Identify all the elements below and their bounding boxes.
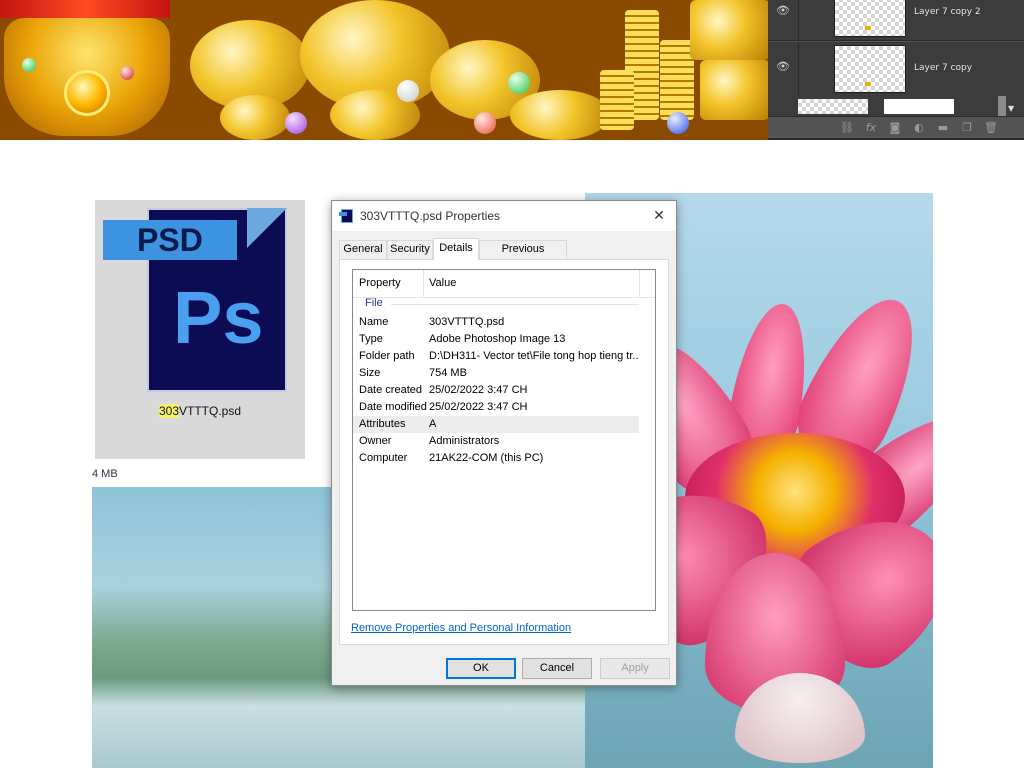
psd-file-icon: PSD Ps: [103, 208, 287, 398]
cancel-button[interactable]: Cancel: [522, 658, 592, 679]
property-row[interactable]: Owner Administrators: [353, 433, 639, 450]
file-name-label[interactable]: 303VTTTQ.psd: [95, 404, 305, 418]
red-ribbon-image: [0, 0, 170, 18]
property-row[interactable]: Name 303VTTTQ.psd: [353, 314, 639, 331]
layer-row[interactable]: 👁 Layer 7 copy: [768, 42, 1024, 97]
property-row[interactable]: Date modified 25/02/2022 3:47 CH: [353, 399, 639, 416]
property-value: Administrators: [429, 435, 500, 447]
property-value: 25/02/2022 3:47 CH: [429, 384, 528, 396]
remove-properties-link[interactable]: Remove Properties and Personal Informati…: [351, 622, 571, 634]
layer-row[interactable]: 👁 Layer 7 copy 2: [768, 0, 1024, 41]
property-key: Computer: [359, 452, 408, 464]
screenshot: 👁 Layer 7 copy 2 👁 Layer 7 copy ▼ ⛓ fx ◙…: [0, 0, 1024, 768]
details-panel: Property Value File Name 303VTTTQ.psd Ty…: [339, 259, 669, 645]
trash-icon[interactable]: 🗑: [984, 121, 998, 135]
link-icon[interactable]: ⛓: [840, 121, 854, 135]
property-value: 754 MB: [429, 367, 467, 379]
property-value: 21AK22-COM (this PC): [429, 452, 544, 464]
property-row[interactable]: Size 754 MB: [353, 365, 639, 382]
fx-icon[interactable]: fx: [864, 121, 878, 135]
folder-icon[interactable]: ▬: [936, 121, 950, 135]
psd-icon-letters: Ps: [173, 276, 264, 359]
psd-file-item[interactable]: PSD Ps 303VTTTQ.psd: [95, 200, 305, 459]
psd-icon-tag: PSD: [103, 220, 237, 260]
close-icon[interactable]: ✕: [648, 205, 670, 227]
property-row[interactable]: Type Adobe Photoshop Image 13: [353, 331, 639, 348]
layer-name: Layer 7 copy 2: [914, 7, 981, 17]
tab-previous-versions[interactable]: Previous Versions: [479, 240, 567, 272]
property-key: Attributes: [359, 418, 406, 430]
property-value: A: [429, 418, 437, 430]
property-key: Date modified: [359, 401, 427, 413]
file-name-rest: VTTTQ.psd: [179, 404, 242, 418]
eye-icon[interactable]: 👁: [776, 61, 790, 72]
file-size-hint: 4 MB: [92, 468, 118, 480]
tab-general[interactable]: General: [339, 240, 387, 259]
psd-file-icon: [339, 209, 353, 223]
mask-icon[interactable]: ◙: [888, 121, 902, 135]
property-value: 303VTTTQ.psd: [429, 316, 505, 328]
property-key: Owner: [359, 435, 392, 447]
column-value[interactable]: Value: [429, 277, 456, 289]
layer-row-partial[interactable]: [768, 96, 1024, 116]
scroll-down-icon[interactable]: ▼: [1008, 104, 1014, 113]
column-property[interactable]: Property: [359, 277, 401, 289]
listview-header: Property Value: [353, 270, 655, 298]
property-row[interactable]: Folder path D:\DH311- Vector tet\File to…: [353, 348, 639, 365]
property-key: Type: [359, 333, 383, 345]
gold-treasure-artwork: [0, 0, 768, 140]
new-layer-icon[interactable]: ❐: [960, 121, 974, 135]
ok-button[interactable]: OK: [446, 658, 516, 679]
property-key: Size: [359, 367, 381, 379]
property-row[interactable]: Computer 21AK22-COM (this PC): [353, 450, 639, 467]
layers-panel: 👁 Layer 7 copy 2 👁 Layer 7 copy ▼ ⛓ fx ◙…: [768, 0, 1024, 140]
dialog-titlebar[interactable]: 303VTTTQ.psd Properties ✕: [332, 201, 676, 231]
property-value: 25/02/2022 3:47 CH: [429, 401, 528, 413]
property-row-selected[interactable]: Attributes A: [353, 416, 639, 433]
layer-name: Layer 7 copy: [914, 63, 973, 73]
group-label: File: [365, 297, 383, 309]
property-key: Name: [359, 316, 389, 328]
dialog-title: 303VTTTQ.psd Properties: [360, 209, 501, 223]
layer-thumbnail: [834, 45, 906, 93]
file-name-highlight: 303: [158, 404, 179, 418]
layers-toolbar: ⛓ fx ◙ ◐ ▬ ❐ 🗑: [768, 116, 1024, 138]
property-value: D:\DH311- Vector tet\File tong hop tieng…: [429, 350, 639, 362]
property-key: Date created: [359, 384, 422, 396]
layer-thumbnail: [834, 0, 906, 37]
apply-button[interactable]: Apply: [600, 658, 670, 679]
tab-details[interactable]: Details: [433, 238, 479, 260]
properties-dialog: 303VTTTQ.psd Properties ✕ General Securi…: [331, 200, 677, 686]
tab-security[interactable]: Security: [387, 240, 433, 259]
gold-bowl-image: [4, 18, 170, 136]
layers-scrollbar[interactable]: [998, 96, 1006, 116]
eye-icon[interactable]: 👁: [776, 5, 790, 16]
property-key: Folder path: [359, 350, 415, 362]
property-value: Adobe Photoshop Image 13: [429, 333, 566, 345]
property-row[interactable]: Date created 25/02/2022 3:47 CH: [353, 382, 639, 399]
adjustment-icon[interactable]: ◐: [912, 121, 926, 135]
details-listview[interactable]: Property Value File Name 303VTTTQ.psd Ty…: [352, 269, 656, 611]
